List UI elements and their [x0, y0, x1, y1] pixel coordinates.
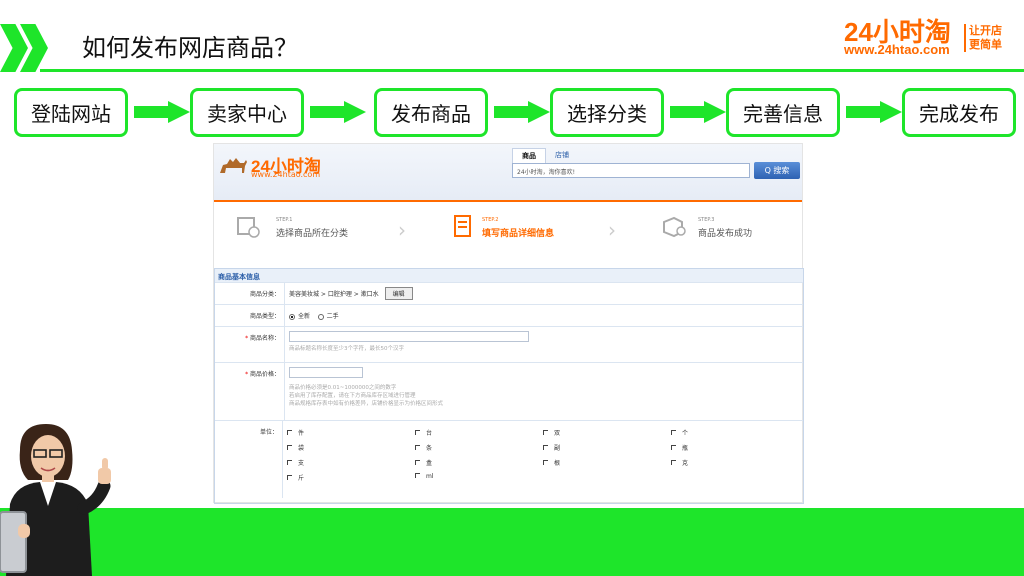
unit-checkbox[interactable]: 副 — [543, 443, 671, 452]
type-row: 商品类型： 全新 二手 — [215, 304, 803, 326]
step-3-label: 商品发布成功 — [698, 229, 753, 239]
footer-band — [0, 508, 1024, 576]
flow-step-seller-center: 卖家中心 — [190, 88, 304, 137]
unit-checkbox[interactable]: 袋 — [287, 443, 415, 452]
site-url: www.24htao.com — [251, 170, 321, 179]
brand-slogan: 让开店 更简单 — [964, 24, 1002, 52]
category-row: 商品分类： 美容美妆城 > 口腔护理 > 漱口水 编辑 — [215, 282, 803, 304]
name-row: * 商品名称： 商品标题名称长度至少3个字符，最长50个汉字 — [215, 326, 803, 362]
flow-step-login: 登陆网站 — [14, 88, 128, 137]
category-path: 美容美妆城 > 口腔护理 > 漱口水 — [289, 291, 379, 298]
box-done-icon — [663, 216, 686, 238]
arrow-right-icon — [494, 101, 550, 123]
radio-used[interactable] — [317, 313, 324, 320]
arrow-right-icon — [846, 101, 902, 123]
unit-checkbox[interactable]: 个 — [671, 428, 799, 437]
unit-checkbox[interactable]: 根 — [543, 458, 671, 467]
flow-step-complete-info: 完善信息 — [726, 88, 840, 137]
box-check-icon — [237, 217, 260, 238]
arrow-right-icon — [670, 101, 726, 123]
product-form: 商品基本信息 商品分类： 美容美妆城 > 口腔护理 > 漱口水 编辑 商品类型：… — [214, 268, 804, 504]
camel-logo-icon — [220, 158, 247, 173]
search-input[interactable]: 24小时淘，淘你喜欢! — [512, 163, 750, 178]
unit-checkbox[interactable]: 斤 — [287, 473, 415, 482]
search-button[interactable]: Q 搜索 — [754, 162, 800, 179]
flow-step-choose-category: 选择分类 — [550, 88, 664, 137]
unit-checkbox[interactable]: 瓶 — [671, 443, 799, 452]
edit-category-button[interactable]: 编辑 — [384, 287, 413, 300]
radio-new[interactable] — [289, 313, 295, 320]
site-header: 24小时淘 www.24htao.com 商品 店铺 24小时淘，淘你喜欢! Q… — [214, 144, 802, 200]
step-1-label: 选择商品所在分类 — [276, 229, 349, 239]
unit-checkbox[interactable]: 双 — [543, 428, 671, 437]
brand-logo: 24小时淘 www.24htao.com 让开店 更简单 — [844, 12, 1004, 60]
step-2-label: 填写商品详细信息 — [482, 229, 555, 239]
header-divider — [40, 69, 1024, 72]
publish-steps: STEP.1 选择商品所在分类 › STEP.2 填写商品详细信息 › STEP… — [214, 204, 802, 264]
product-name-field[interactable] — [289, 331, 529, 342]
form-edit-icon — [454, 215, 471, 237]
arrow-right-icon — [310, 101, 366, 123]
form-section-title: 商品基本信息 — [215, 268, 803, 282]
arrow-right-icon — [134, 101, 190, 123]
product-price-field[interactable] — [289, 367, 363, 378]
publish-page-screenshot: 24小时淘 www.24htao.com 商品 店铺 24小时淘，淘你喜欢! Q… — [213, 143, 804, 504]
brand-url: www.24htao.com — [844, 42, 950, 57]
unit-row: 单位： 件 台 双 个 袋 条 副 瓶 支 盒 根 克 斤 ml — [215, 420, 803, 498]
unit-checkbox[interactable]: 克 — [671, 458, 799, 467]
unit-checkbox[interactable]: 件 — [287, 428, 415, 437]
flow-step-publish-done: 完成发布 — [902, 88, 1016, 137]
search-tabs: 商品 店铺 — [512, 148, 578, 163]
price-row: * 商品价格： 商品价格必须是0.01~1000000之间的数字 若启用了库存配… — [215, 362, 803, 420]
unit-checkbox[interactable]: 支 — [287, 458, 415, 467]
tab-products[interactable]: 商品 — [512, 148, 546, 163]
tab-shops[interactable]: 店铺 — [546, 148, 578, 163]
unit-options: 件 台 双 个 袋 条 副 瓶 支 盒 根 克 斤 ml — [287, 425, 799, 482]
unit-checkbox[interactable]: ml — [415, 473, 543, 482]
unit-checkbox[interactable]: 条 — [415, 443, 543, 452]
name-hint: 商品标题名称长度至少3个字符，最长50个汉字 — [289, 346, 404, 352]
businesswoman-illustration — [0, 424, 111, 576]
chevron-right-icon: › — [398, 218, 406, 242]
page-title: 如何发布网店商品？ — [82, 34, 298, 62]
unit-checkbox[interactable]: 台 — [415, 428, 543, 437]
chevron-right-icon: › — [608, 218, 616, 242]
unit-checkbox[interactable]: 盒 — [415, 458, 543, 467]
flow-step-publish-product: 发布商品 — [374, 88, 488, 137]
header-divider — [214, 200, 802, 202]
